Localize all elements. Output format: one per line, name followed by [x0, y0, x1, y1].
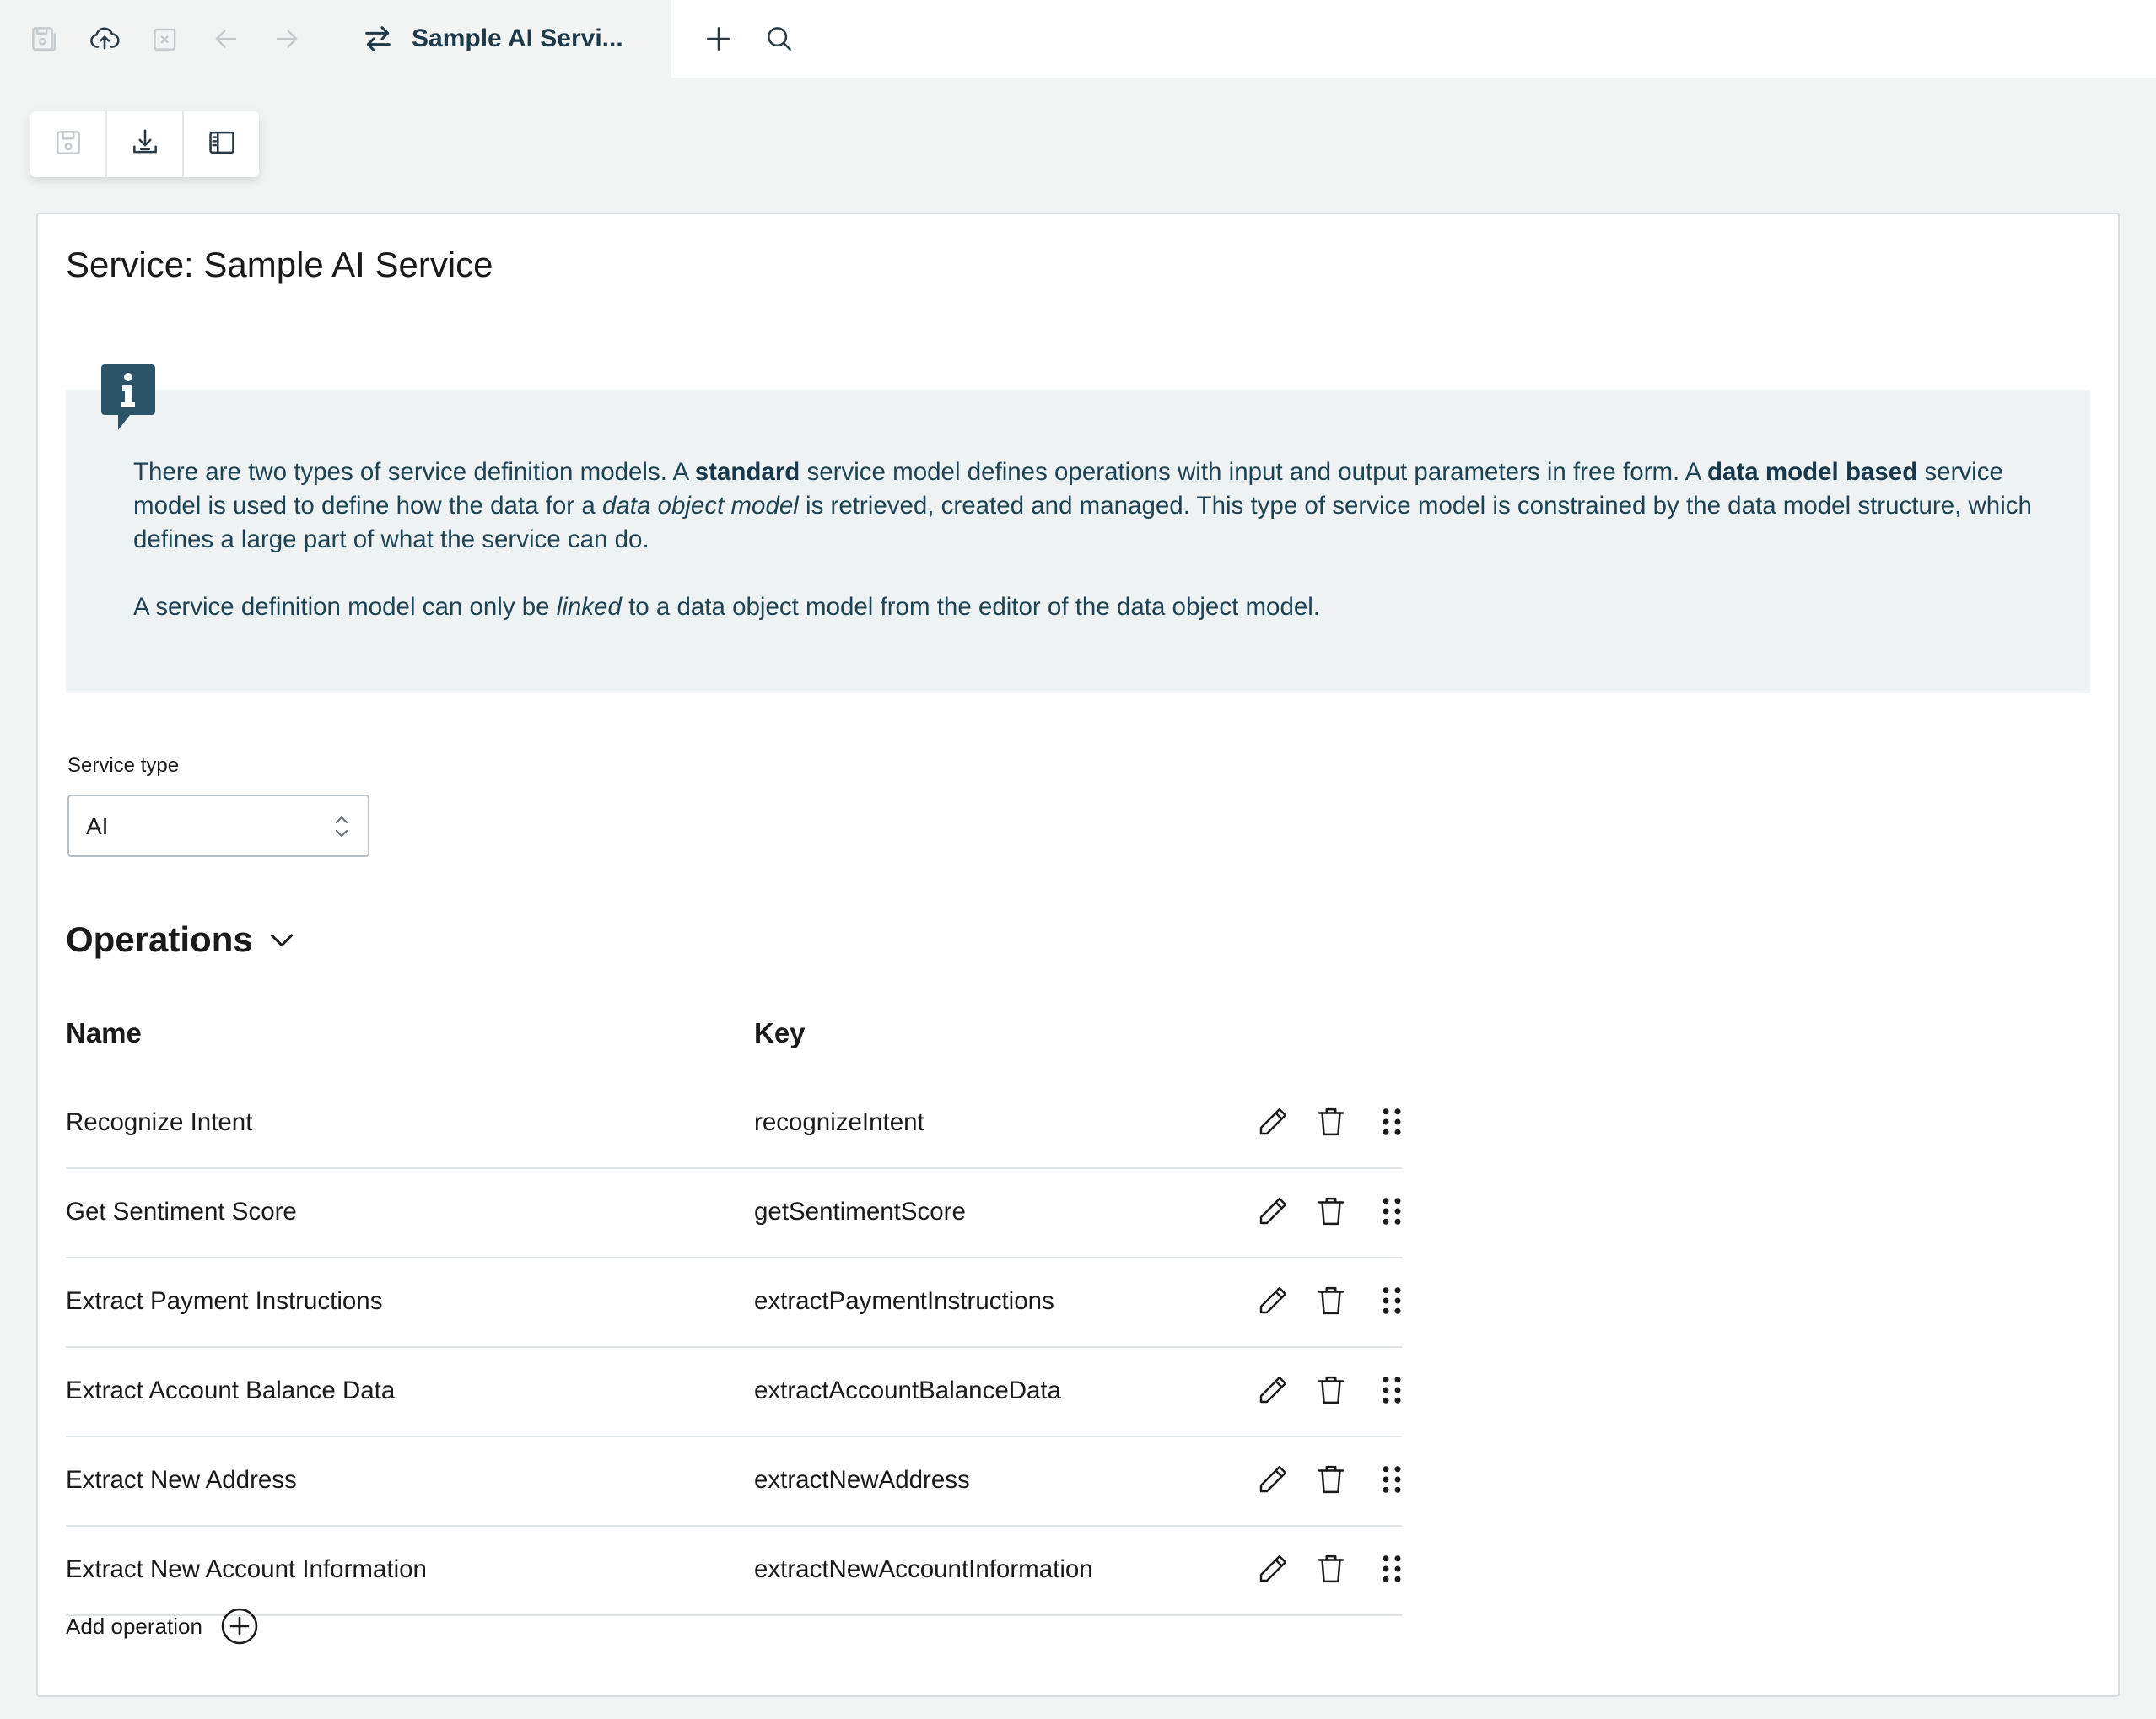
- plus-circle-icon: [219, 1606, 260, 1646]
- search-icon[interactable]: [756, 15, 803, 62]
- operations-section-toggle[interactable]: Operations: [66, 919, 299, 960]
- table-row: Extract New Address extractNewAddress: [66, 1436, 1402, 1527]
- swap-arrows-icon: [361, 22, 395, 56]
- save-icon[interactable]: [20, 15, 67, 62]
- operation-name: Extract New Account Information: [66, 1555, 427, 1583]
- drag-handle-icon[interactable]: [1370, 1547, 1414, 1591]
- download-button[interactable]: [107, 111, 184, 177]
- service-type-label: Service type: [67, 754, 180, 777]
- trash-icon[interactable]: [1309, 1100, 1353, 1144]
- top-bar: Sample AI Servi...: [0, 0, 2156, 78]
- edit-icon[interactable]: [1251, 1189, 1295, 1233]
- operation-name: Extract New Address: [66, 1466, 297, 1494]
- operation-name: Recognize Intent: [66, 1108, 253, 1136]
- editor-toolbox: [30, 111, 259, 177]
- info-paragraph-2: A service definition model can only be l…: [133, 593, 1321, 621]
- info-text: There are two types of service definitio…: [133, 455, 2073, 658]
- trash-icon[interactable]: [1309, 1189, 1353, 1233]
- trash-icon[interactable]: [1309, 1458, 1353, 1501]
- save-icon: [52, 127, 84, 163]
- edit-icon[interactable]: [1251, 1100, 1295, 1144]
- tab-label: Sample AI Servi...: [412, 24, 623, 52]
- info-paragraph-1: There are two types of service definitio…: [133, 458, 2032, 553]
- drag-handle-icon[interactable]: [1370, 1458, 1414, 1501]
- drag-handle-icon[interactable]: [1370, 1189, 1414, 1233]
- service-type-select[interactable]: AI: [67, 795, 369, 857]
- edit-icon[interactable]: [1251, 1279, 1295, 1323]
- download-icon: [129, 127, 161, 163]
- arrow-left-icon[interactable]: [202, 15, 250, 62]
- arrow-right-icon[interactable]: [263, 15, 310, 62]
- tab-strip-background: [671, 0, 2156, 78]
- edit-icon[interactable]: [1251, 1547, 1295, 1591]
- trash-icon[interactable]: [1309, 1368, 1353, 1412]
- info-icon: [101, 364, 155, 437]
- operation-key: extractNewAddress: [754, 1466, 970, 1494]
- info-panel: There are two types of service definitio…: [66, 364, 2090, 693]
- edit-icon[interactable]: [1251, 1458, 1295, 1501]
- page-title: Service: Sample AI Service: [66, 245, 493, 284]
- operation-key: recognizeIntent: [754, 1108, 924, 1136]
- drag-handle-icon[interactable]: [1370, 1368, 1414, 1412]
- tab-sample-ai-service[interactable]: Sample AI Servi...: [334, 0, 671, 78]
- service-editor-card: Service: Sample AI Service There are two…: [36, 213, 2120, 1697]
- operation-name: Get Sentiment Score: [66, 1198, 297, 1226]
- service-type-value: AI: [86, 813, 109, 839]
- add-operation-button[interactable]: Add operation: [66, 1606, 260, 1646]
- operation-key: extractPaymentInstructions: [754, 1287, 1054, 1315]
- plus-icon[interactable]: [695, 15, 742, 62]
- add-operation-label: Add operation: [66, 1613, 202, 1639]
- trash-icon[interactable]: [1309, 1547, 1353, 1591]
- operation-key: getSentimentScore: [754, 1198, 966, 1226]
- table-row: Extract New Account Information extractNe…: [66, 1525, 1402, 1616]
- operation-key: extractAccountBalanceData: [754, 1377, 1062, 1404]
- drag-handle-icon[interactable]: [1370, 1100, 1414, 1144]
- table-row: Extract Payment Instructions extractPayme…: [66, 1257, 1402, 1348]
- panel-toggle-button[interactable]: [184, 111, 259, 177]
- cloud-upload-icon[interactable]: [81, 15, 128, 62]
- save-button[interactable]: [30, 111, 107, 177]
- column-header-name: Name: [66, 1017, 142, 1048]
- chevron-down-icon: [265, 923, 299, 956]
- operation-name: Extract Account Balance Data: [66, 1377, 396, 1404]
- operation-key: extractNewAccountInformation: [754, 1555, 1093, 1583]
- chevron-up-down-icon: [332, 810, 351, 843]
- edit-icon[interactable]: [1251, 1368, 1295, 1412]
- table-row: Extract Account Balance Data extractAccou…: [66, 1346, 1402, 1437]
- table-row: Get Sentiment Score getSentimentScore: [66, 1167, 1402, 1258]
- operations-heading: Operations: [66, 919, 253, 959]
- table-row: Recognize Intent recognizeIntent: [66, 1078, 1402, 1169]
- trash-icon[interactable]: [1309, 1279, 1353, 1323]
- column-header-key: Key: [754, 1017, 806, 1048]
- operation-name: Extract Payment Instructions: [66, 1287, 383, 1315]
- close-file-icon[interactable]: [142, 15, 189, 62]
- drag-handle-icon[interactable]: [1370, 1279, 1414, 1323]
- panel-toggle-icon: [206, 127, 238, 163]
